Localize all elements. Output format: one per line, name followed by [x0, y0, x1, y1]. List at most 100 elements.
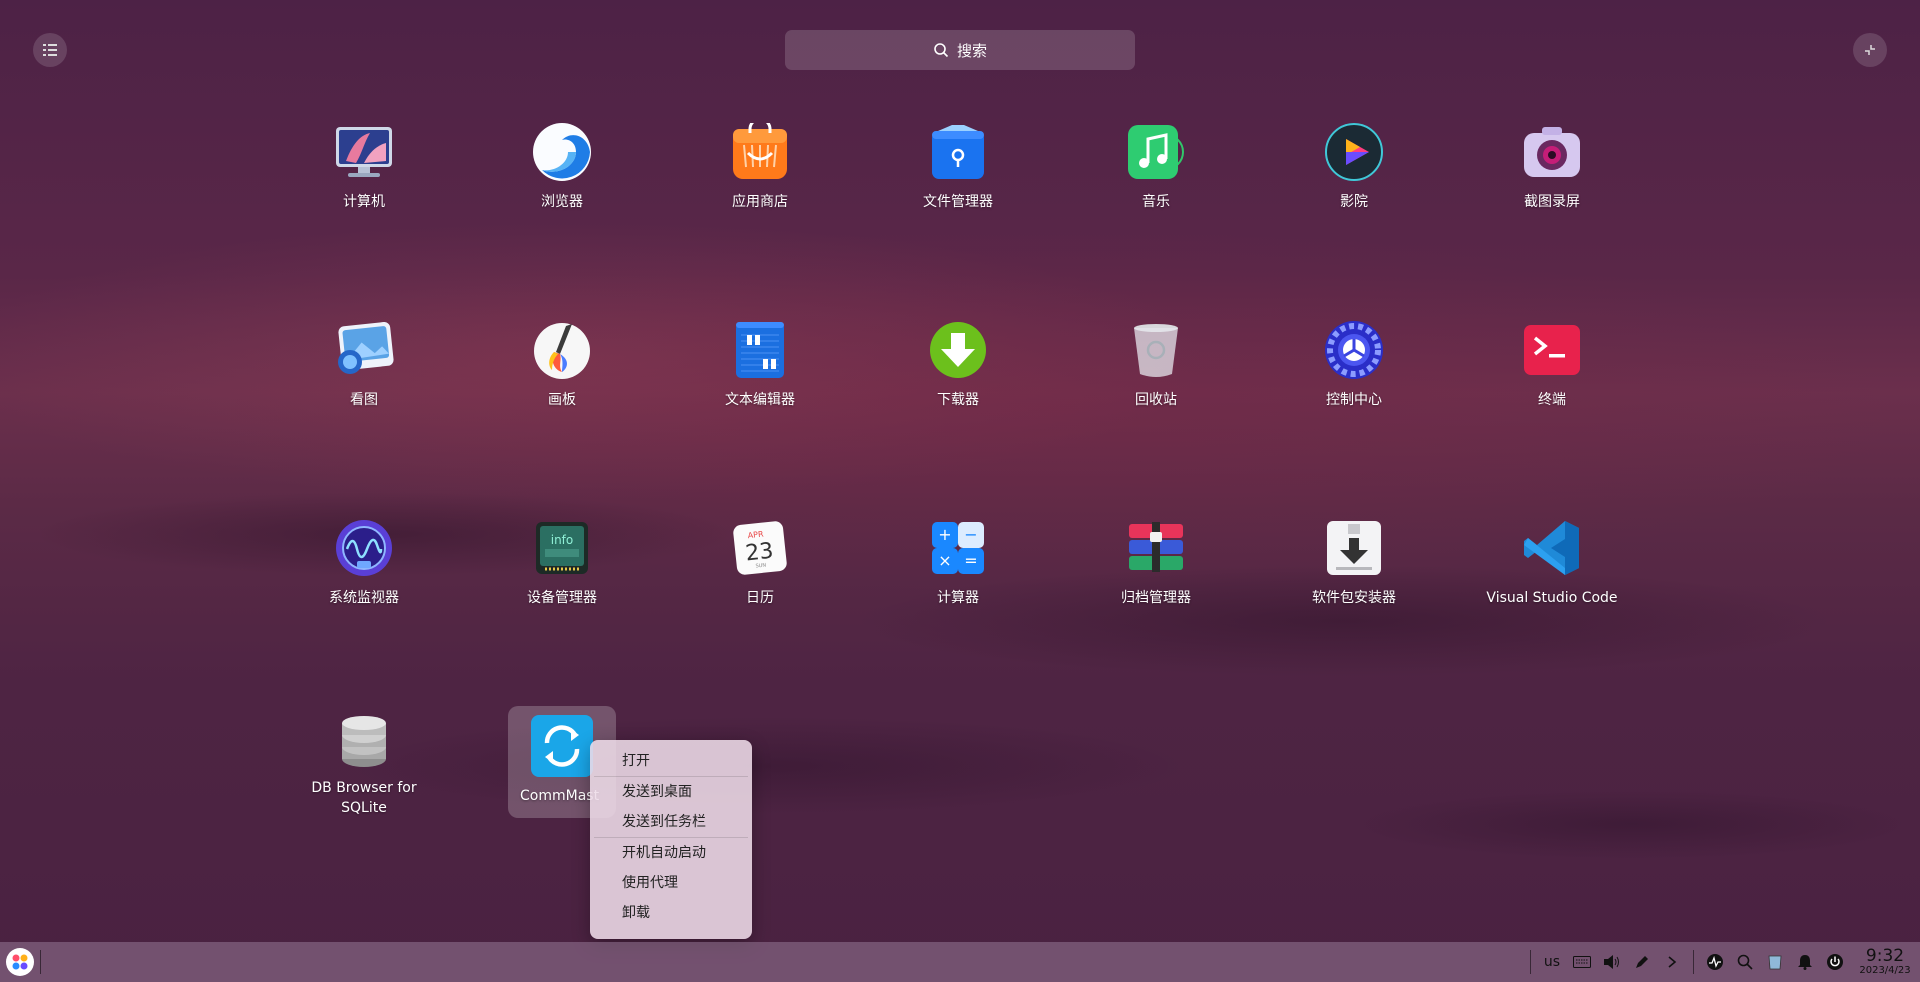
keyboard-icon[interactable] — [1567, 942, 1597, 982]
calculator-icon: + − × = — [926, 516, 990, 580]
app-calculator[interactable]: + − × = 计算器 — [904, 508, 1012, 620]
menu-send-to-desktop[interactable]: 发送到桌面 — [590, 777, 752, 807]
app-browser[interactable]: 浏览器 — [508, 112, 616, 224]
app-movie[interactable]: 影院 — [1300, 112, 1408, 224]
app-archive-manager[interactable]: 归档管理器 — [1102, 508, 1210, 620]
info-text: info — [551, 533, 574, 547]
app-store-icon — [728, 120, 792, 184]
clock[interactable]: 9:32 2023/4/23 — [1850, 947, 1920, 977]
database-icon — [332, 714, 396, 770]
draw-icon — [530, 318, 594, 382]
computer-icon — [332, 120, 396, 184]
app-computer[interactable]: 计算机 — [310, 112, 418, 224]
app-label: 设备管理器 — [527, 590, 597, 606]
music-icon — [1124, 120, 1188, 184]
app-system-monitor[interactable]: 系统监视器 — [310, 508, 418, 620]
app-trash[interactable]: 回收站 — [1102, 310, 1210, 422]
clock-time: 9:32 — [1865, 946, 1905, 966]
app-label: 浏览器 — [541, 194, 583, 210]
calendar-icon: APR 23 SUN — [728, 516, 792, 580]
image-viewer-icon — [332, 318, 396, 382]
tray-separator — [1693, 950, 1694, 974]
times-symbol: × — [938, 551, 951, 570]
system-monitor-icon — [332, 516, 396, 580]
menu-autostart[interactable]: 开机自动启动 — [590, 838, 752, 868]
app-label: 看图 — [350, 392, 378, 408]
app-label: 音乐 — [1142, 194, 1170, 210]
app-package-installer[interactable]: 软件包安装器 — [1300, 508, 1408, 620]
text-editor-icon — [728, 318, 792, 382]
app-draw[interactable]: 画板 — [508, 310, 616, 422]
equals-symbol: = — [964, 551, 977, 570]
tray-separator — [1530, 950, 1531, 974]
calendar-month: APR — [747, 530, 764, 541]
context-menu: 打开 发送到桌面 发送到任务栏 开机自动启动 使用代理 卸载 — [590, 740, 752, 939]
app-label: 下载器 — [937, 392, 979, 408]
search-input[interactable]: 搜索 — [785, 30, 1135, 70]
menu-open[interactable]: 打开 — [590, 746, 752, 776]
app-downloader[interactable]: 下载器 — [904, 310, 1012, 422]
app-label: 影院 — [1340, 194, 1368, 210]
volume-icon[interactable] — [1597, 942, 1627, 982]
package-installer-icon — [1322, 516, 1386, 580]
view-mode-button[interactable] — [33, 33, 67, 67]
menu-use-proxy[interactable]: 使用代理 — [590, 868, 752, 898]
menu-send-to-taskbar[interactable]: 发送到任务栏 — [590, 807, 752, 837]
control-center-icon — [1322, 318, 1386, 382]
launcher-icon — [12, 954, 28, 970]
sync-icon — [530, 714, 594, 778]
search-placeholder: 搜索 — [956, 41, 987, 60]
app-device-manager[interactable]: info 设备管理器 — [508, 508, 616, 620]
app-label: Visual Studio Code — [1486, 590, 1618, 606]
search-icon — [934, 43, 949, 58]
pen-icon[interactable] — [1627, 942, 1657, 982]
app-label: 截图录屏 — [1524, 194, 1580, 210]
chevron-right-icon[interactable] — [1657, 942, 1687, 982]
app-control-center[interactable]: 控制中心 — [1300, 310, 1408, 422]
app-label: 归档管理器 — [1121, 590, 1191, 606]
app-image-viewer[interactable]: 看图 — [310, 310, 418, 422]
app-screenshot[interactable]: 截图录屏 — [1498, 112, 1606, 224]
app-label: 文件管理器 — [923, 194, 993, 210]
app-label: 应用商店 — [732, 194, 788, 210]
app-label: 日历 — [746, 590, 774, 606]
system-monitor-tray-icon[interactable] — [1700, 942, 1730, 982]
search-icon[interactable] — [1730, 942, 1760, 982]
app-label: 系统监视器 — [329, 590, 399, 606]
app-file-manager[interactable]: 文件管理器 — [904, 112, 1012, 224]
app-label: 控制中心 — [1326, 392, 1382, 408]
app-calendar[interactable]: APR 23 SUN 日历 — [706, 508, 814, 620]
keyboard-layout[interactable]: us — [1537, 942, 1567, 982]
downloader-icon — [926, 318, 990, 382]
app-music[interactable]: 音乐 — [1102, 112, 1210, 224]
browser-icon — [530, 120, 594, 184]
power-icon[interactable] — [1820, 942, 1850, 982]
app-db-browser[interactable]: DB Browser for SQLite — [310, 706, 418, 818]
app-store[interactable]: 应用商店 — [706, 112, 814, 224]
wallpaper — [0, 360, 1920, 940]
bell-icon[interactable] — [1790, 942, 1820, 982]
vscode-icon — [1520, 516, 1584, 580]
file-manager-icon — [926, 120, 990, 184]
app-label: 终端 — [1538, 392, 1566, 408]
app-label: 画板 — [548, 392, 576, 408]
trash-icon[interactable] — [1760, 942, 1790, 982]
app-terminal[interactable]: 终端 — [1498, 310, 1606, 422]
app-label: 文本编辑器 — [725, 392, 795, 408]
plus-symbol: + — [938, 525, 951, 544]
exit-fullscreen-button[interactable] — [1853, 33, 1887, 67]
app-label: DB Browser for SQLite — [311, 780, 417, 816]
app-label: 回收站 — [1135, 392, 1177, 408]
taskbar: us 9:32 2023/4/23 — [0, 942, 1920, 982]
collapse-icon — [1865, 45, 1875, 55]
movie-icon — [1322, 120, 1386, 184]
launcher-button[interactable] — [6, 948, 34, 976]
system-tray: us 9:32 2023/4/23 — [1524, 942, 1920, 982]
minus-symbol: − — [964, 525, 977, 544]
menu-uninstall[interactable]: 卸载 — [590, 898, 752, 928]
app-label: 计算机 — [343, 194, 385, 210]
app-text-editor[interactable]: 文本编辑器 — [706, 310, 814, 422]
calendar-weekday: SUN — [755, 562, 766, 569]
clock-date: 2023/4/23 — [1859, 965, 1911, 976]
app-vscode[interactable]: Visual Studio Code — [1486, 508, 1618, 620]
